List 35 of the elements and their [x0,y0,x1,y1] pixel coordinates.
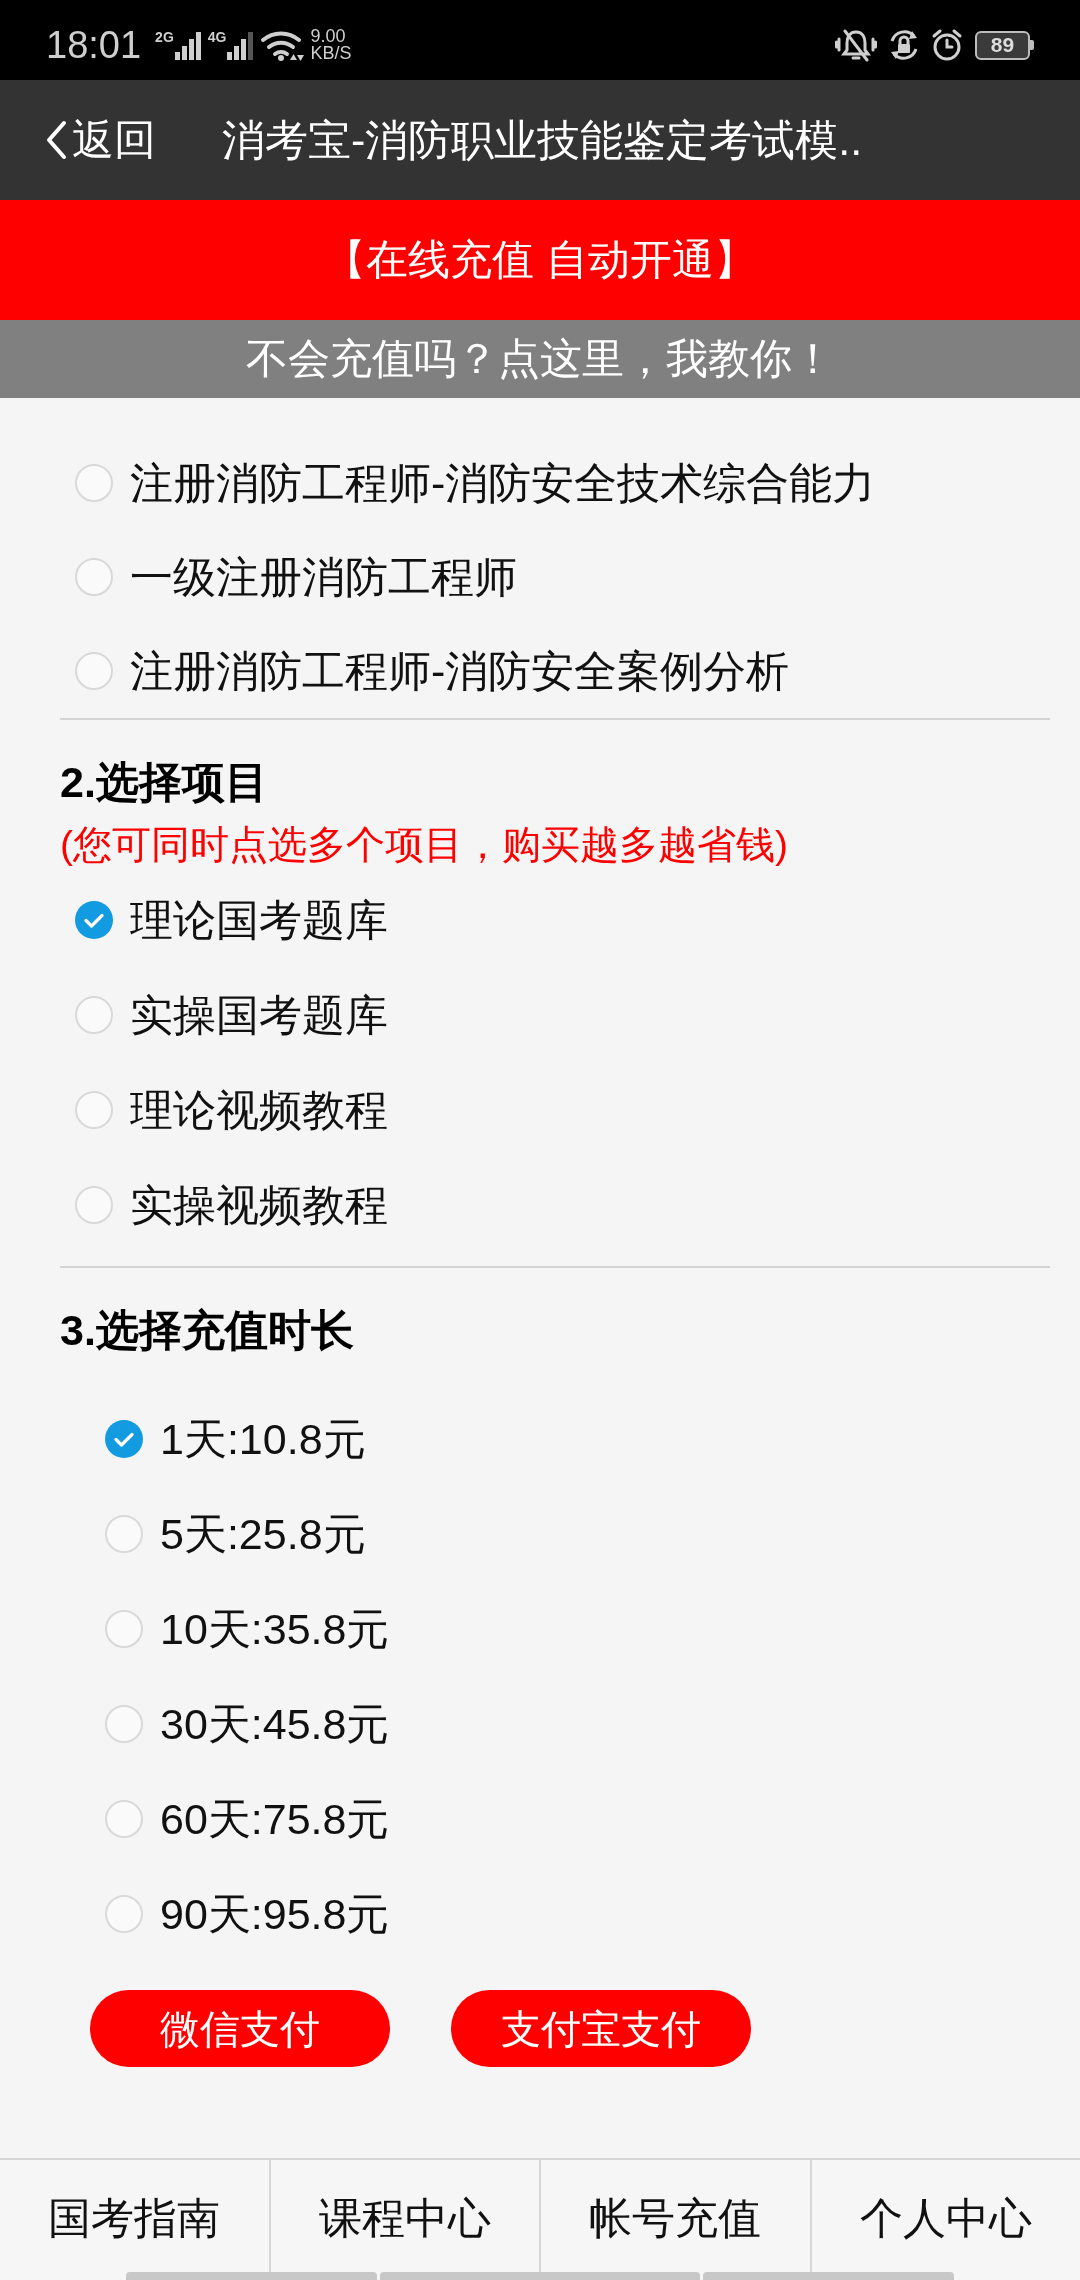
pay-button[interactable]: 微信支付 [90,1990,390,2067]
radio-option[interactable]: 一级注册消防工程师 [75,549,517,605]
radio-option[interactable]: 注册消防工程师-消防安全技术综合能力 [75,455,876,511]
clock-time: 18:01 [46,24,142,66]
checkbox-option[interactable]: 理论视频教程 [75,1081,388,1138]
hint-text: (您可同时点选多个项目，购买越多越省钱) [60,822,788,868]
section-title: 3.选择充值时长 [60,1305,354,1356]
radio-option[interactable]: 90天:95.8元 [105,1885,390,1942]
promo-banner: 【在线充值 自动开通】 [0,200,1080,320]
checkbox-option[interactable]: 理论国考题库 [75,891,388,948]
checkbox-option[interactable]: 实操视频教程 [75,1176,388,1233]
network-type-label: 2G [155,30,174,44]
page-title: 消考宝-消防职业技能鉴定考试模.. [222,115,863,166]
wifi-icon [260,28,305,62]
radio-option[interactable]: 10天:35.8元 [105,1600,390,1657]
battery-indicator: 89 [975,30,1034,60]
back-button[interactable]: 返回 [44,112,156,168]
alarm-clock-icon [931,28,963,62]
help-link[interactable]: 不会充值吗？点这里，我教你！ [0,320,1080,398]
signal-icon [174,32,201,60]
section-title: 2.选择项目 [60,757,268,808]
radio-option[interactable]: 30天:45.8元 [105,1695,390,1752]
radio-option[interactable]: 注册消防工程师-消防安全案例分析 [75,643,790,699]
radio-option[interactable]: 5天:25.8元 [105,1505,366,1562]
nav-tab[interactable]: 国考指南 [0,2160,269,2272]
checkbox-option[interactable]: 实操国考题库 [75,986,388,1043]
radio-option[interactable]: 60天:75.8元 [105,1790,390,1847]
network-type-label: 4G [207,30,227,44]
bell-off-icon [835,28,877,62]
signal-icon [227,32,254,60]
chevron-left-icon [44,120,68,160]
network-speed-value: 9.00 [310,28,346,45]
network-speed-unit: KB/S [310,45,352,62]
radio-option[interactable]: 1天:10.8元 [105,1410,366,1467]
pay-button[interactable]: 支付宝支付 [451,1990,751,2067]
